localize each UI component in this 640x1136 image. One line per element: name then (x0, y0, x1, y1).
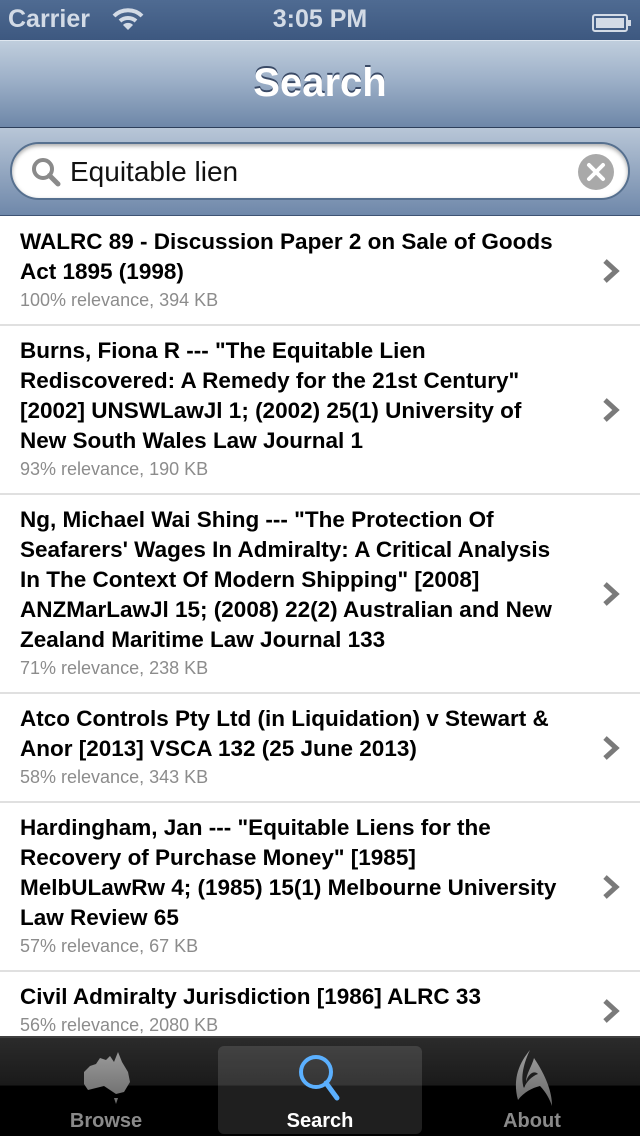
search-results-list[interactable]: WALRC 89 - Discussion Paper 2 on Sale of… (0, 217, 640, 1036)
tab-browse[interactable]: Browse (4, 1038, 208, 1136)
chevron-right-icon (603, 258, 620, 283)
result-row[interactable]: Civil Admiralty Jurisdiction [1986] ALRC… (0, 972, 640, 1036)
search-input[interactable] (70, 152, 570, 192)
result-row[interactable]: Hardingham, Jan --- "Equitable Liens for… (0, 803, 640, 972)
status-time: 3:05 PM (272, 5, 368, 33)
result-meta: 56% relevance, 2080 KB (20, 1015, 219, 1035)
battery-icon (592, 10, 632, 32)
chevron-right-icon (603, 581, 620, 606)
result-row[interactable]: Burns, Fiona R --- "The Equitable Lien R… (0, 326, 640, 495)
search-icon (30, 156, 62, 188)
tab-bar: Browse Search About (0, 1036, 640, 1136)
tab-label: Search (286, 1110, 354, 1132)
clear-search-button[interactable] (578, 154, 614, 190)
chevron-right-icon (603, 998, 620, 1023)
result-meta: 100% relevance, 394 KB (20, 290, 219, 310)
result-title: Atco Controls Pty Ltd (in Liquidation) v… (20, 706, 561, 761)
navigation-bar: Search (0, 40, 640, 128)
austlii-logo-icon (502, 1048, 562, 1108)
tab-search[interactable]: Search (218, 1038, 422, 1136)
result-title: Ng, Michael Wai Shing --- "The Protectio… (20, 507, 559, 652)
result-title: Burns, Fiona R --- "The Equitable Lien R… (20, 338, 528, 453)
result-row[interactable]: WALRC 89 - Discussion Paper 2 on Sale of… (0, 217, 640, 326)
result-meta: 93% relevance, 190 KB (20, 459, 209, 479)
chevron-right-icon (603, 735, 620, 760)
chevron-right-icon (603, 874, 620, 899)
magnifier-icon (290, 1048, 350, 1108)
result-row[interactable]: Ng, Michael Wai Shing --- "The Protectio… (0, 495, 640, 694)
tab-about[interactable]: About (430, 1038, 634, 1136)
result-meta: 58% relevance, 343 KB (20, 767, 209, 787)
status-bar: Carrier 3:05 PM (0, 0, 640, 40)
result-meta: 71% relevance, 238 KB (20, 658, 209, 678)
result-title: WALRC 89 - Discussion Paper 2 on Sale of… (20, 229, 559, 284)
page-title: Search (253, 61, 387, 105)
result-row[interactable]: Atco Controls Pty Ltd (in Liquidation) v… (0, 694, 640, 803)
chevron-right-icon (603, 397, 620, 422)
result-title: Hardingham, Jan --- "Equitable Liens for… (20, 815, 563, 930)
search-field[interactable] (10, 142, 630, 200)
clear-x-icon (587, 163, 605, 181)
search-bar (0, 128, 640, 216)
result-meta: 57% relevance, 67 KB (20, 936, 199, 956)
australia-map-icon (76, 1048, 136, 1108)
tab-label: Browse (69, 1110, 143, 1132)
result-title: Civil Admiralty Jurisdiction [1986] ALRC… (20, 984, 481, 1009)
tab-label: About (503, 1110, 561, 1132)
